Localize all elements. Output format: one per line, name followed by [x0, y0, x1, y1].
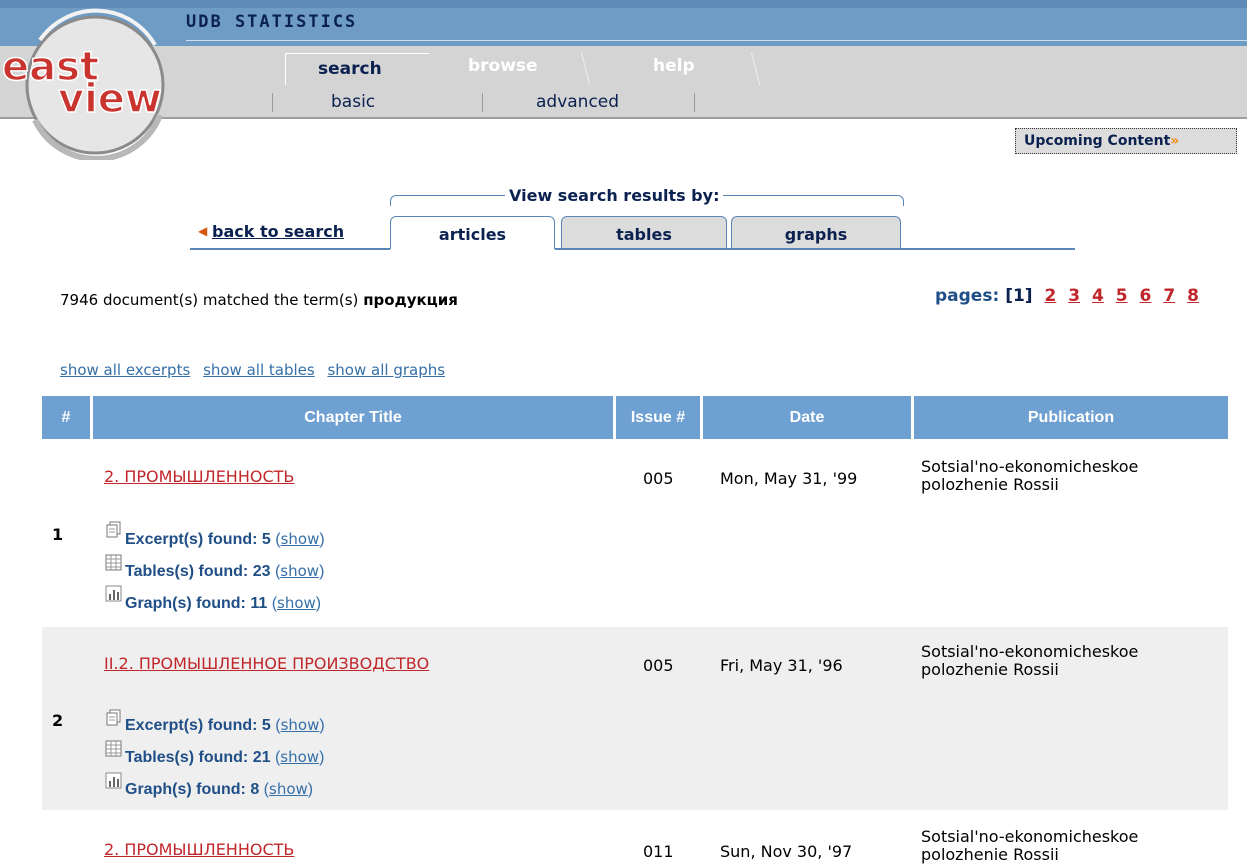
header-divider	[0, 117, 1247, 119]
publication-line: polozhenie Rossii	[921, 660, 1059, 679]
column-header-date: Date	[703, 396, 911, 439]
graphs-found-label: Graph(s) found: 11	[125, 595, 268, 612]
view-results-label: View search results by:	[505, 186, 724, 205]
show-tables-link[interactable]: show	[280, 562, 319, 580]
issue-number: 011	[643, 842, 674, 861]
excerpts-found: Excerpt(s) found: 5 (show)	[125, 530, 325, 548]
subnav-bar	[0, 46, 1247, 118]
show-all-graphs-link[interactable]: show all graphs	[327, 361, 445, 379]
subtab-divider	[482, 93, 483, 112]
app-title: UDB STATISTICS	[186, 12, 358, 32]
tabs-baseline	[555, 248, 1075, 250]
header-strip	[0, 0, 1247, 8]
column-header-publication: Publication	[914, 396, 1228, 439]
back-to-search-link[interactable]: back to search	[212, 222, 344, 241]
issue-number: 005	[643, 656, 674, 675]
chapter-title-link[interactable]: 2. ПРОМЫШЛЕННОСТЬ	[104, 840, 294, 859]
page-link[interactable]: 5	[1116, 286, 1128, 306]
publication-line: polozhenie Rossii	[921, 475, 1059, 494]
excerpt-icon	[106, 521, 121, 538]
upcoming-content-button[interactable]: Upcoming Content»	[1015, 128, 1237, 154]
column-header-issue: Issue #	[616, 396, 700, 439]
show-excerpts-link[interactable]: show	[281, 530, 320, 548]
show-excerpts-link[interactable]: show	[281, 716, 320, 734]
matched-text: 7946 document(s) matched the term(s)	[60, 291, 359, 309]
tab-search[interactable]: search	[318, 59, 382, 79]
graphs-found-label: Graph(s) found: 8	[125, 781, 260, 798]
graphs-found: Graph(s) found: 11 (show)	[125, 594, 322, 612]
excerpts-found-label: Excerpt(s) found: 5	[125, 717, 271, 734]
subtab-divider	[694, 93, 695, 112]
column-header-number: #	[42, 396, 90, 439]
issue-date: Fri, May 31, '96	[720, 656, 843, 675]
issue-date: Mon, May 31, '99	[720, 469, 858, 488]
row-number: 2	[52, 711, 64, 730]
chapter-title-link[interactable]: 2. ПРОМЫШЛЕННОСТЬ	[104, 467, 294, 486]
eastview-logo[interactable]: east view	[0, 0, 180, 160]
show-graphs-link[interactable]: show	[269, 780, 308, 798]
page-link[interactable]: 3	[1068, 286, 1080, 306]
title-underline	[186, 40, 1247, 41]
excerpts-found-label: Excerpt(s) found: 5	[125, 531, 271, 548]
issue-date: Sun, Nov 30, '97	[720, 842, 853, 861]
show-all-excerpts-link[interactable]: show all excerpts	[60, 361, 190, 379]
page-link[interactable]: 4	[1092, 286, 1104, 306]
tab-graphs[interactable]: graphs	[731, 216, 901, 249]
tab-articles[interactable]: articles	[390, 216, 555, 249]
chapter-title-link[interactable]: II.2. ПРОМЫШЛЕННОЕ ПРОИЗВОДСТВО	[104, 654, 429, 673]
column-header-chapter-title: Chapter Title	[93, 396, 613, 439]
tab-browse[interactable]: browse	[468, 56, 538, 76]
row-number: 1	[52, 525, 64, 544]
table-icon	[105, 554, 122, 571]
results-summary: 7946 document(s) matched the term(s) про…	[60, 291, 458, 309]
show-tables-link[interactable]: show	[280, 748, 319, 766]
page-link[interactable]: 6	[1140, 286, 1152, 306]
show-all-tables-link[interactable]: show all tables	[203, 361, 315, 379]
publication-line: Sotsial'no-ekonomicheskoe	[921, 457, 1139, 476]
upcoming-content-label: Upcoming Content	[1024, 133, 1171, 149]
publication-name: Sotsial'no-ekonomicheskoe polozhenie Ros…	[921, 458, 1138, 494]
issue-number: 005	[643, 469, 674, 488]
table-icon	[105, 740, 122, 757]
show-all-links: show all excerpts show all tables show a…	[60, 361, 453, 379]
excerpts-found: Excerpt(s) found: 5 (show)	[125, 716, 325, 734]
pagination: pages: [1] 2 3 4 5 6 7 8	[935, 286, 1199, 306]
graphs-found: Graph(s) found: 8 (show)	[125, 780, 314, 798]
publication-line: polozhenie Rossii	[921, 845, 1059, 864]
graph-icon	[105, 585, 122, 602]
triangle-left-icon: ◀	[198, 224, 208, 238]
tabs-baseline	[190, 248, 390, 250]
pages-label: pages:	[935, 286, 1000, 306]
subtab-basic[interactable]: basic	[331, 92, 375, 112]
search-term: продукция	[363, 291, 458, 309]
tables-found: Tables(s) found: 21 (show)	[125, 748, 325, 766]
current-page: [1]	[1005, 286, 1033, 306]
tables-found-label: Tables(s) found: 21	[125, 749, 271, 766]
graph-icon	[105, 772, 122, 789]
subtab-advanced[interactable]: advanced	[536, 92, 619, 112]
show-graphs-link[interactable]: show	[277, 594, 316, 612]
publication-line: Sotsial'no-ekonomicheskoe	[921, 642, 1139, 661]
subtab-divider	[272, 93, 273, 112]
logo-text-view: view	[58, 76, 162, 122]
publication-name: Sotsial'no-ekonomicheskoe polozhenie Ros…	[921, 828, 1138, 864]
excerpt-icon	[106, 709, 121, 726]
publication-name: Sotsial'no-ekonomicheskoe polozhenie Ros…	[921, 643, 1138, 679]
tab-help[interactable]: help	[653, 56, 695, 76]
page-link[interactable]: 8	[1187, 286, 1199, 306]
tables-found: Tables(s) found: 23 (show)	[125, 562, 325, 580]
page-link[interactable]: 2	[1044, 286, 1056, 306]
tables-found-label: Tables(s) found: 23	[125, 563, 271, 580]
page-link[interactable]: 7	[1163, 286, 1175, 306]
tab-tables[interactable]: tables	[561, 216, 727, 249]
publication-line: Sotsial'no-ekonomicheskoe	[921, 827, 1139, 846]
double-chevron-right-icon: »	[1170, 133, 1180, 149]
